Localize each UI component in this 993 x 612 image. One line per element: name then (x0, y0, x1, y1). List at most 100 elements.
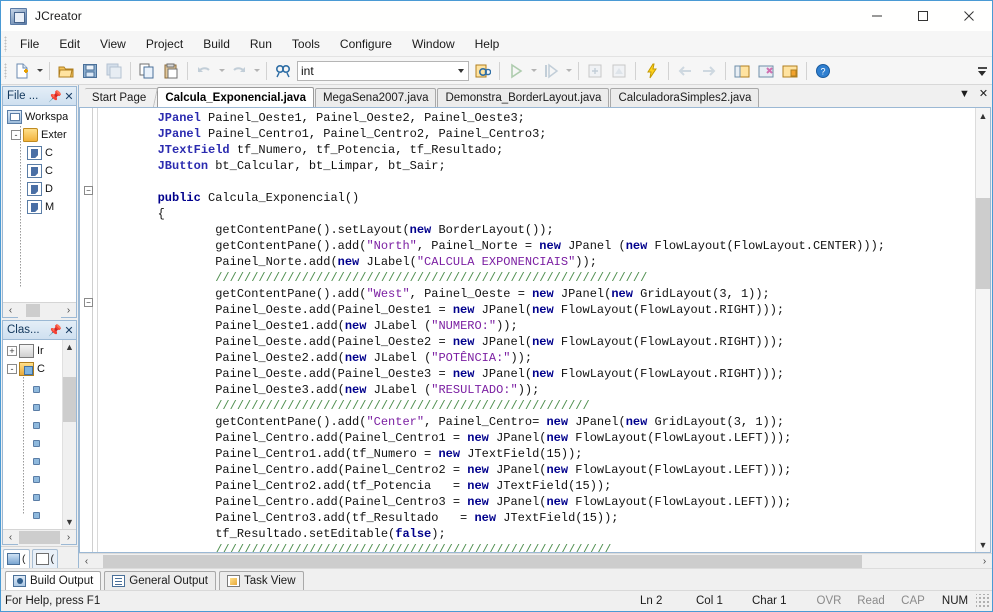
toolbar-grip[interactable] (1, 58, 10, 84)
find-input[interactable] (298, 63, 454, 78)
paste-icon[interactable] (160, 60, 182, 82)
compile-project-icon[interactable] (608, 60, 630, 82)
menu-file[interactable]: File (10, 33, 49, 55)
class-view-vertical-scrollbar[interactable]: ▲ ▼ (62, 340, 76, 529)
copy-icon[interactable] (136, 60, 158, 82)
package-view-icon[interactable] (779, 60, 801, 82)
find-icon[interactable] (272, 60, 294, 82)
fold-collapse-icon[interactable]: − (84, 298, 93, 307)
new-file-icon[interactable] (11, 60, 33, 82)
redo-icon[interactable] (228, 60, 250, 82)
fold-collapse-icon[interactable]: − (84, 186, 93, 195)
find-dropdown-icon[interactable] (454, 62, 468, 80)
find-combobox[interactable] (297, 60, 469, 81)
close-icon[interactable]: ✕ (62, 90, 76, 103)
redo-dropdown-icon[interactable] (251, 60, 262, 82)
open-file-icon[interactable] (55, 60, 77, 82)
tab-task-view[interactable]: Task View (218, 571, 304, 590)
menu-grip[interactable] (1, 31, 10, 57)
undo-icon[interactable] (193, 60, 215, 82)
scroll-right-icon[interactable]: › (977, 554, 992, 569)
undo-dropdown-icon[interactable] (216, 60, 227, 82)
tree-item-workspace[interactable]: Workspa (5, 108, 76, 126)
compile-icon[interactable] (584, 60, 606, 82)
close-icon[interactable]: ✕ (62, 324, 76, 337)
tab-calculadorasimples2-java[interactable]: CalculadoraSimples2.java (610, 88, 760, 107)
run-file-icon[interactable] (540, 60, 562, 82)
scroll-left-icon[interactable]: ‹ (3, 303, 18, 318)
file-view-tree[interactable]: Workspa - Exter C C D M (3, 106, 76, 302)
build-icon[interactable] (641, 60, 663, 82)
resize-grip-icon[interactable] (976, 594, 990, 608)
tree-item-java-file[interactable]: C (5, 162, 76, 180)
class-view-icon[interactable] (755, 60, 777, 82)
editor-vertical-scrollbar[interactable]: ▲ ▼ (975, 108, 990, 552)
scroll-down-icon[interactable]: ▼ (63, 515, 77, 529)
scroll-up-icon[interactable]: ▲ (976, 108, 991, 123)
code-editor[interactable]: − − JPanel Painel_Oeste1, Painel_Oeste2,… (79, 107, 991, 553)
maximize-button[interactable] (900, 1, 946, 31)
menu-project[interactable]: Project (136, 33, 193, 55)
class-view-tree[interactable]: + Ir - C ▲ ▼ (3, 340, 76, 529)
class-view-horizontal-scrollbar[interactable]: ‹ › (3, 529, 76, 545)
tab-build-output[interactable]: Build Output (5, 571, 102, 590)
scroll-thumb[interactable] (102, 554, 863, 568)
save-icon[interactable] (79, 60, 101, 82)
dock-tab-class-view[interactable]: ( (31, 549, 58, 568)
scroll-down-icon[interactable]: ▼ (976, 537, 991, 552)
scroll-left-icon[interactable]: ‹ (3, 530, 18, 545)
menu-build[interactable]: Build (193, 33, 240, 55)
scroll-track[interactable] (18, 529, 61, 545)
tree-item-external[interactable]: - Exter (5, 126, 76, 144)
back-icon[interactable] (674, 60, 696, 82)
close-icon[interactable]: ✕ (977, 87, 990, 100)
minimize-button[interactable] (854, 1, 900, 31)
toolbar-overflow-icon[interactable] (976, 60, 988, 82)
scroll-right-icon[interactable]: › (61, 530, 76, 545)
scroll-track[interactable] (18, 302, 61, 318)
tab-general-output[interactable]: General Output (104, 571, 216, 590)
scroll-track[interactable] (62, 354, 76, 515)
menu-window[interactable]: Window (402, 33, 465, 55)
scroll-track[interactable] (94, 554, 977, 569)
tree-item-java-file[interactable]: M (5, 198, 76, 216)
dock-tab-file-view[interactable]: ( (3, 549, 30, 568)
menu-help[interactable]: Help (465, 33, 510, 55)
scroll-right-icon[interactable]: › (61, 303, 76, 318)
scroll-thumb[interactable] (975, 197, 990, 289)
tab-demonstra-borderlayout-java[interactable]: Demonstra_BorderLayout.java (437, 88, 610, 107)
scroll-thumb[interactable] (62, 376, 76, 422)
run-dropdown-icon[interactable] (528, 60, 539, 82)
tab-start-page[interactable]: Start Page (80, 88, 159, 107)
help-icon[interactable]: ? (812, 60, 834, 82)
forward-icon[interactable] (698, 60, 720, 82)
run-icon[interactable] (505, 60, 527, 82)
scroll-left-icon[interactable]: ‹ (79, 554, 94, 569)
editor-gutter[interactable]: − − (80, 108, 98, 552)
file-view-icon[interactable] (731, 60, 753, 82)
save-all-icon[interactable] (103, 60, 125, 82)
tree-item-java-file[interactable]: D (5, 180, 76, 198)
file-view-horizontal-scrollbar[interactable]: ‹ › (3, 302, 76, 318)
scroll-thumb[interactable] (25, 303, 41, 317)
menu-view[interactable]: View (90, 33, 136, 55)
chevron-down-icon[interactable]: ▼ (958, 88, 971, 100)
editor-horizontal-scrollbar[interactable]: ‹ › (79, 553, 992, 568)
pin-icon[interactable]: 📌 (48, 324, 62, 337)
scroll-track[interactable] (975, 123, 990, 537)
expand-icon[interactable]: + (7, 346, 17, 356)
collapse-icon[interactable]: - (7, 364, 17, 374)
tab-calcula-exponencial-java[interactable]: Calcula_Exponencial.java (157, 87, 314, 107)
new-file-dropdown-icon[interactable] (34, 60, 45, 82)
code-content[interactable]: JPanel Painel_Oeste1, Painel_Oeste2, Pai… (98, 108, 975, 552)
tab-megasena2007-java[interactable]: MegaSena2007.java (314, 88, 437, 107)
scroll-up-icon[interactable]: ▲ (63, 340, 77, 354)
tree-item-java-file[interactable]: C (5, 144, 76, 162)
menu-edit[interactable]: Edit (49, 33, 90, 55)
menu-run[interactable]: Run (240, 33, 282, 55)
pin-icon[interactable]: 📌 (48, 90, 62, 103)
scroll-thumb[interactable] (18, 530, 61, 544)
run-file-dropdown-icon[interactable] (563, 60, 574, 82)
find-in-files-icon[interactable] (472, 60, 494, 82)
menu-configure[interactable]: Configure (330, 33, 402, 55)
